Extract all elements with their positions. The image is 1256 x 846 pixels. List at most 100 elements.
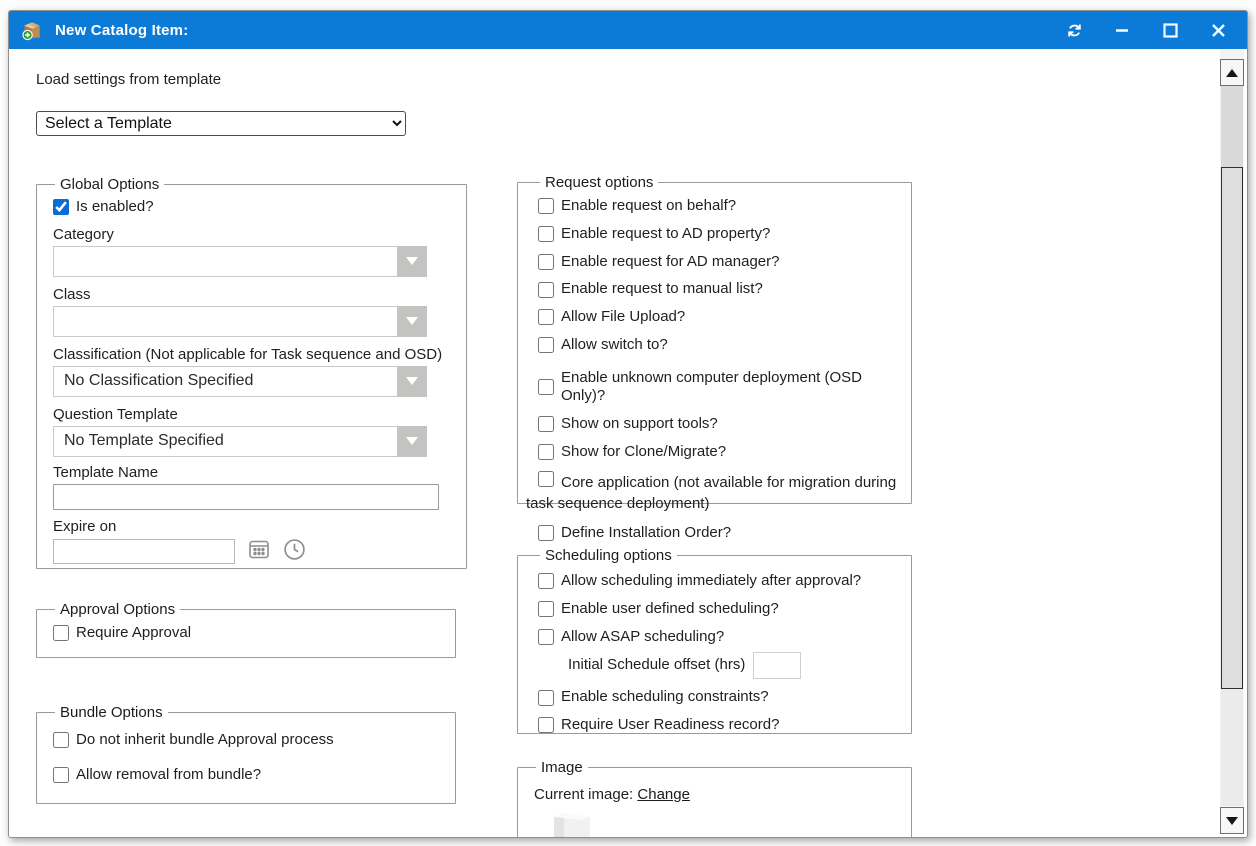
approval-options-group: Approval Options Require Approval <box>36 601 456 658</box>
enable-unknown-computer-row: Enable unknown computer deployment (OSD … <box>538 369 899 407</box>
require-user-readiness-checkbox[interactable] <box>538 717 554 733</box>
scroll-down-button[interactable] <box>1220 807 1244 834</box>
expire-on-input[interactable] <box>53 539 235 564</box>
chevron-down-icon <box>406 317 418 325</box>
require-approval-checkbox[interactable] <box>53 625 69 641</box>
expire-on-row <box>53 538 454 566</box>
allow-scheduling-after-approval-checkbox[interactable] <box>538 573 554 589</box>
class-label: Class <box>53 286 454 303</box>
allow-asap-scheduling-checkbox[interactable] <box>538 629 554 645</box>
image-group: Image Current image: Change <box>517 759 912 837</box>
enable-request-ad-property-checkbox[interactable] <box>538 226 554 242</box>
scrollbar-thumb[interactable] <box>1221 167 1243 689</box>
require-user-readiness-label: Require User Readiness record? <box>561 716 779 735</box>
minimize-icon[interactable] <box>1105 16 1139 44</box>
chevron-down-icon <box>406 377 418 385</box>
no-inherit-bundle-approval-checkbox[interactable] <box>53 732 69 748</box>
clock-icon[interactable] <box>283 538 306 566</box>
calendar-icon[interactable] <box>248 538 270 565</box>
scheduling-options-group: Scheduling options Allow scheduling imme… <box>517 547 912 734</box>
category-value <box>53 246 397 277</box>
maximize-icon[interactable] <box>1153 16 1187 44</box>
current-image-label: Current image: <box>534 786 633 803</box>
new-catalog-item-window: New Catalog Item: Load settings f <box>8 10 1248 838</box>
arrow-up-icon <box>1226 69 1238 77</box>
global-options-group: Global Options Is enabled? Category Clas… <box>36 176 467 569</box>
enable-request-on-behalf-label: Enable request on behalf? <box>561 197 736 216</box>
question-template-combo[interactable]: No Template Specified <box>53 426 427 457</box>
vertical-scrollbar[interactable] <box>1220 49 1244 834</box>
enable-request-on-behalf-checkbox[interactable] <box>538 198 554 214</box>
require-user-readiness-row: Require User Readiness record? <box>538 716 899 735</box>
bundle-options-group: Bundle Options Do not inherit bundle App… <box>36 704 456 804</box>
class-combo[interactable] <box>53 306 427 337</box>
require-approval-row: Require Approval <box>53 624 443 643</box>
enable-user-defined-scheduling-row: Enable user defined scheduling? <box>538 600 899 619</box>
classification-value: No Classification Specified <box>53 366 397 397</box>
enable-request-manual-list-checkbox[interactable] <box>538 282 554 298</box>
template-select[interactable]: Select a Template <box>36 111 406 136</box>
request-options-group: Request options Enable request on behalf… <box>517 174 912 504</box>
allow-switch-to-row: Allow switch to? <box>538 336 899 355</box>
arrow-down-icon <box>1226 817 1238 825</box>
enable-unknown-computer-checkbox[interactable] <box>538 379 554 395</box>
show-clone-migrate-checkbox[interactable] <box>538 444 554 460</box>
current-image-thumbnail <box>550 811 899 837</box>
allow-removal-bundle-label: Allow removal from bundle? <box>76 766 261 785</box>
no-inherit-bundle-approval-row: Do not inherit bundle Approval process <box>53 731 443 750</box>
require-approval-label: Require Approval <box>76 624 191 643</box>
is-enabled-label: Is enabled? <box>76 198 154 217</box>
load-settings-label: Load settings from template <box>36 71 221 88</box>
allow-switch-to-checkbox[interactable] <box>538 337 554 353</box>
enable-request-ad-property-row: Enable request to AD property? <box>538 225 899 244</box>
category-label: Category <box>53 226 454 243</box>
enable-request-ad-property-label: Enable request to AD property? <box>561 225 770 244</box>
enable-scheduling-constraints-checkbox[interactable] <box>538 690 554 706</box>
show-clone-migrate-label: Show for Clone/Migrate? <box>561 443 726 462</box>
core-application-label: Core application (not available for migr… <box>526 474 896 513</box>
template-name-input[interactable] <box>53 484 439 510</box>
allow-file-upload-row: Allow File Upload? <box>538 308 899 327</box>
template-name-label: Template Name <box>53 464 454 481</box>
enable-request-ad-manager-checkbox[interactable] <box>538 254 554 270</box>
bundle-options-legend: Bundle Options <box>55 704 168 721</box>
initial-schedule-offset-input[interactable] <box>753 652 801 679</box>
enable-scheduling-constraints-row: Enable scheduling constraints? <box>538 688 899 707</box>
is-enabled-checkbox[interactable] <box>53 199 69 215</box>
question-template-value: No Template Specified <box>53 426 397 457</box>
refresh-icon[interactable] <box>1057 16 1091 44</box>
scrollbar-track-upper[interactable] <box>1221 86 1243 167</box>
current-image-line: Current image: Change <box>534 786 899 803</box>
approval-options-legend: Approval Options <box>55 601 180 618</box>
define-installation-order-row: Define Installation Order? <box>538 524 899 543</box>
show-support-tools-checkbox[interactable] <box>538 416 554 432</box>
show-support-tools-label: Show on support tools? <box>561 415 718 434</box>
enable-request-on-behalf-row: Enable request on behalf? <box>538 197 899 216</box>
close-icon[interactable] <box>1201 16 1235 44</box>
category-combo[interactable] <box>53 246 427 277</box>
question-template-dropdown-button[interactable] <box>397 426 427 457</box>
titlebar: New Catalog Item: <box>9 11 1247 49</box>
image-legend: Image <box>536 759 588 776</box>
request-options-legend: Request options <box>540 174 658 191</box>
scroll-up-button[interactable] <box>1220 59 1244 86</box>
class-dropdown-button[interactable] <box>397 306 427 337</box>
category-dropdown-button[interactable] <box>397 246 427 277</box>
allow-removal-bundle-checkbox[interactable] <box>53 767 69 783</box>
core-application-row: Core application (not available for migr… <box>526 471 899 516</box>
scrollbar-track-lower[interactable] <box>1221 689 1243 806</box>
classification-dropdown-button[interactable] <box>397 366 427 397</box>
classification-combo[interactable]: No Classification Specified <box>53 366 427 397</box>
enable-user-defined-scheduling-checkbox[interactable] <box>538 601 554 617</box>
allow-file-upload-checkbox[interactable] <box>538 309 554 325</box>
enable-request-ad-manager-label: Enable request for AD manager? <box>561 253 779 272</box>
show-clone-migrate-row: Show for Clone/Migrate? <box>538 443 899 462</box>
allow-scheduling-after-approval-row: Allow scheduling immediately after appro… <box>538 572 899 591</box>
core-application-checkbox[interactable] <box>538 471 554 487</box>
initial-schedule-offset-label: Initial Schedule offset (hrs) <box>568 656 745 675</box>
change-image-link[interactable]: Change <box>637 786 690 803</box>
allow-asap-scheduling-row: Allow ASAP scheduling? <box>538 628 899 647</box>
enable-unknown-computer-label: Enable unknown computer deployment (OSD … <box>561 369 899 407</box>
chevron-down-icon <box>406 257 418 265</box>
define-installation-order-checkbox[interactable] <box>538 525 554 541</box>
